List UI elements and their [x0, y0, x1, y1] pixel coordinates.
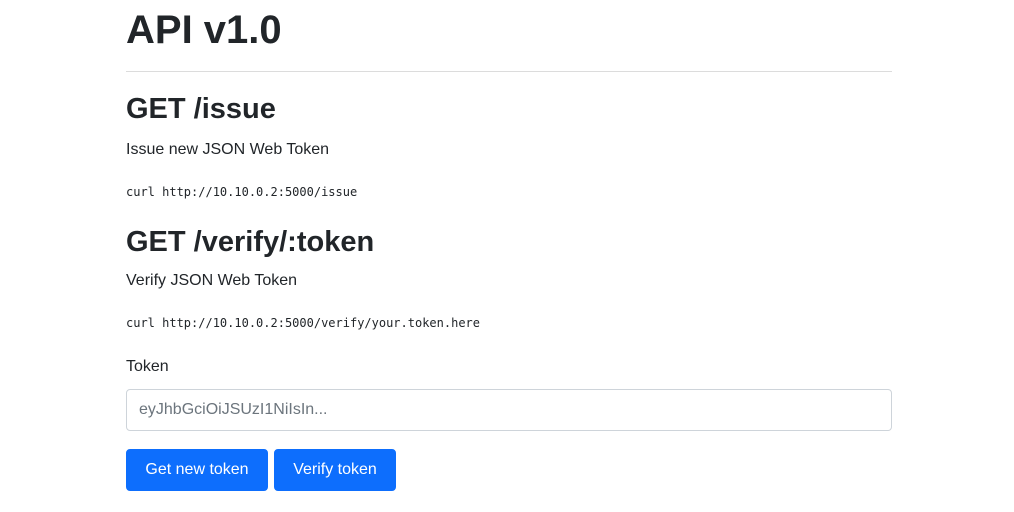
token-label: Token — [126, 358, 169, 375]
endpoint-issue-title: GET /issue — [126, 93, 276, 125]
endpoint-verify-description: Verify JSON Web Token — [126, 272, 298, 289]
endpoint-issue-description: Issue new JSON Web Token — [126, 141, 330, 158]
title-divider — [126, 71, 892, 72]
token-input[interactable] — [126, 389, 892, 431]
get-new-token-button[interactable]: Get new token — [126, 449, 268, 491]
page-title: API v1.0 — [126, 8, 282, 52]
endpoint-verify-example: curl http://10.10.0.2:5000/verify/your.t… — [126, 316, 481, 330]
endpoint-verify-title: GET /verify/:token — [126, 226, 375, 258]
verify-token-button[interactable]: Verify token — [274, 449, 396, 491]
endpoint-issue-example: curl http://10.10.0.2:5000/issue — [126, 185, 358, 199]
